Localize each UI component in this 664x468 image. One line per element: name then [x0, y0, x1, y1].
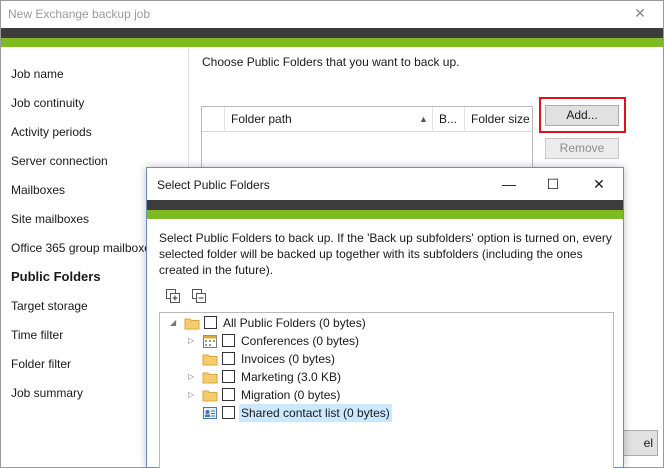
remove-button[interactable]: Remove: [545, 138, 619, 159]
checkbox-conferences[interactable]: [222, 334, 235, 347]
tree-row-all-public-folders[interactable]: ◢ All Public Folders (0 bytes): [160, 314, 613, 332]
tree-row-conferences[interactable]: ▷ Conferences (0 bytes): [160, 332, 613, 350]
close-icon[interactable]: ✕: [587, 174, 611, 194]
dialog-description: Select Public Folders to back up. If the…: [159, 231, 612, 277]
grid-header-blank: [202, 107, 224, 132]
folder-tree[interactable]: ◢ All Public Folders (0 bytes) ▷ Confere…: [159, 312, 614, 468]
sidebar-item-office365-group-mailboxes[interactable]: Office 365 group mailboxes: [11, 241, 157, 255]
folder-icon: [202, 387, 218, 403]
tree-label: Invoices (0 bytes): [241, 352, 336, 366]
column-folder-size[interactable]: Folder size: [464, 107, 532, 132]
contacts-folder-icon: [202, 405, 218, 421]
tree-row-migration[interactable]: ▷ Migration (0 bytes): [160, 386, 613, 404]
header-band-green: [1, 38, 663, 47]
dialog-band-dark: [147, 200, 623, 210]
expand-arrow-icon[interactable]: ▷: [188, 335, 198, 347]
header-band-dark: [1, 28, 663, 38]
close-icon[interactable]: ✕: [631, 4, 649, 22]
sidebar-item-job-name[interactable]: Job name: [11, 67, 64, 81]
sidebar-item-site-mailboxes[interactable]: Site mailboxes: [11, 212, 89, 226]
checkbox-marketing[interactable]: [222, 370, 235, 383]
checkbox-shared-contact-list[interactable]: [222, 406, 235, 419]
sidebar-item-job-summary[interactable]: Job summary: [11, 386, 83, 400]
page-instruction: Choose Public Folders that you want to b…: [202, 55, 460, 69]
tree-row-marketing[interactable]: ▷ Marketing (3.0 KB): [160, 368, 613, 386]
calendar-folder-icon: [202, 333, 218, 349]
dialog-title: Select Public Folders: [157, 178, 270, 192]
dialog-band-green: [147, 210, 623, 219]
sidebar-item-activity-periods[interactable]: Activity periods: [11, 125, 92, 139]
tree-label: Marketing (3.0 KB): [241, 370, 342, 384]
sidebar-item-server-connection[interactable]: Server connection: [11, 154, 108, 168]
tree-label: Conferences (0 bytes): [241, 334, 360, 348]
sidebar-item-target-storage[interactable]: Target storage: [11, 299, 88, 313]
select-public-folders-dialog: Select Public Folders — ☐ ✕ Select Publi…: [146, 167, 624, 468]
folder-icon: [202, 369, 218, 385]
tree-label: All Public Folders (0 bytes): [223, 316, 366, 330]
expand-all-icon[interactable]: [165, 288, 181, 304]
sidebar-item-folder-filter[interactable]: Folder filter: [11, 357, 71, 371]
column-folder-path[interactable]: Folder path: [224, 107, 432, 132]
checkbox-invoices[interactable]: [222, 352, 235, 365]
sidebar-item-public-folders[interactable]: Public Folders: [11, 269, 101, 284]
minimize-icon[interactable]: —: [497, 174, 521, 194]
column-backup-subfolders[interactable]: B...: [432, 107, 464, 132]
folder-icon: [202, 351, 218, 367]
tree-label: Migration (0 bytes): [241, 388, 341, 402]
sidebar-item-mailboxes[interactable]: Mailboxes: [11, 183, 65, 197]
tree-row-invoices[interactable]: Invoices (0 bytes): [160, 350, 613, 368]
sidebar-item-job-continuity[interactable]: Job continuity: [11, 96, 84, 110]
expand-arrow-icon[interactable]: ▷: [188, 389, 198, 401]
tree-label: Shared contact list (0 bytes): [239, 404, 392, 422]
folder-icon: [184, 315, 200, 331]
add-button-highlight: [539, 97, 626, 133]
expand-arrow-icon[interactable]: ▷: [188, 371, 198, 383]
checkbox-migration[interactable]: [222, 388, 235, 401]
grid-header: Folder path ▲ B... Folder size: [202, 107, 532, 132]
tree-row-shared-contact-list[interactable]: Shared contact list (0 bytes): [160, 404, 613, 422]
collapse-arrow-icon[interactable]: ◢: [170, 317, 180, 329]
maximize-icon[interactable]: ☐: [541, 174, 565, 194]
checkbox-all-public-folders[interactable]: [204, 316, 217, 329]
sidebar-item-time-filter[interactable]: Time filter: [11, 328, 63, 342]
collapse-all-icon[interactable]: [191, 288, 207, 304]
window-title: New Exchange backup job: [8, 7, 151, 21]
sort-ascending-icon: ▲: [419, 114, 428, 124]
